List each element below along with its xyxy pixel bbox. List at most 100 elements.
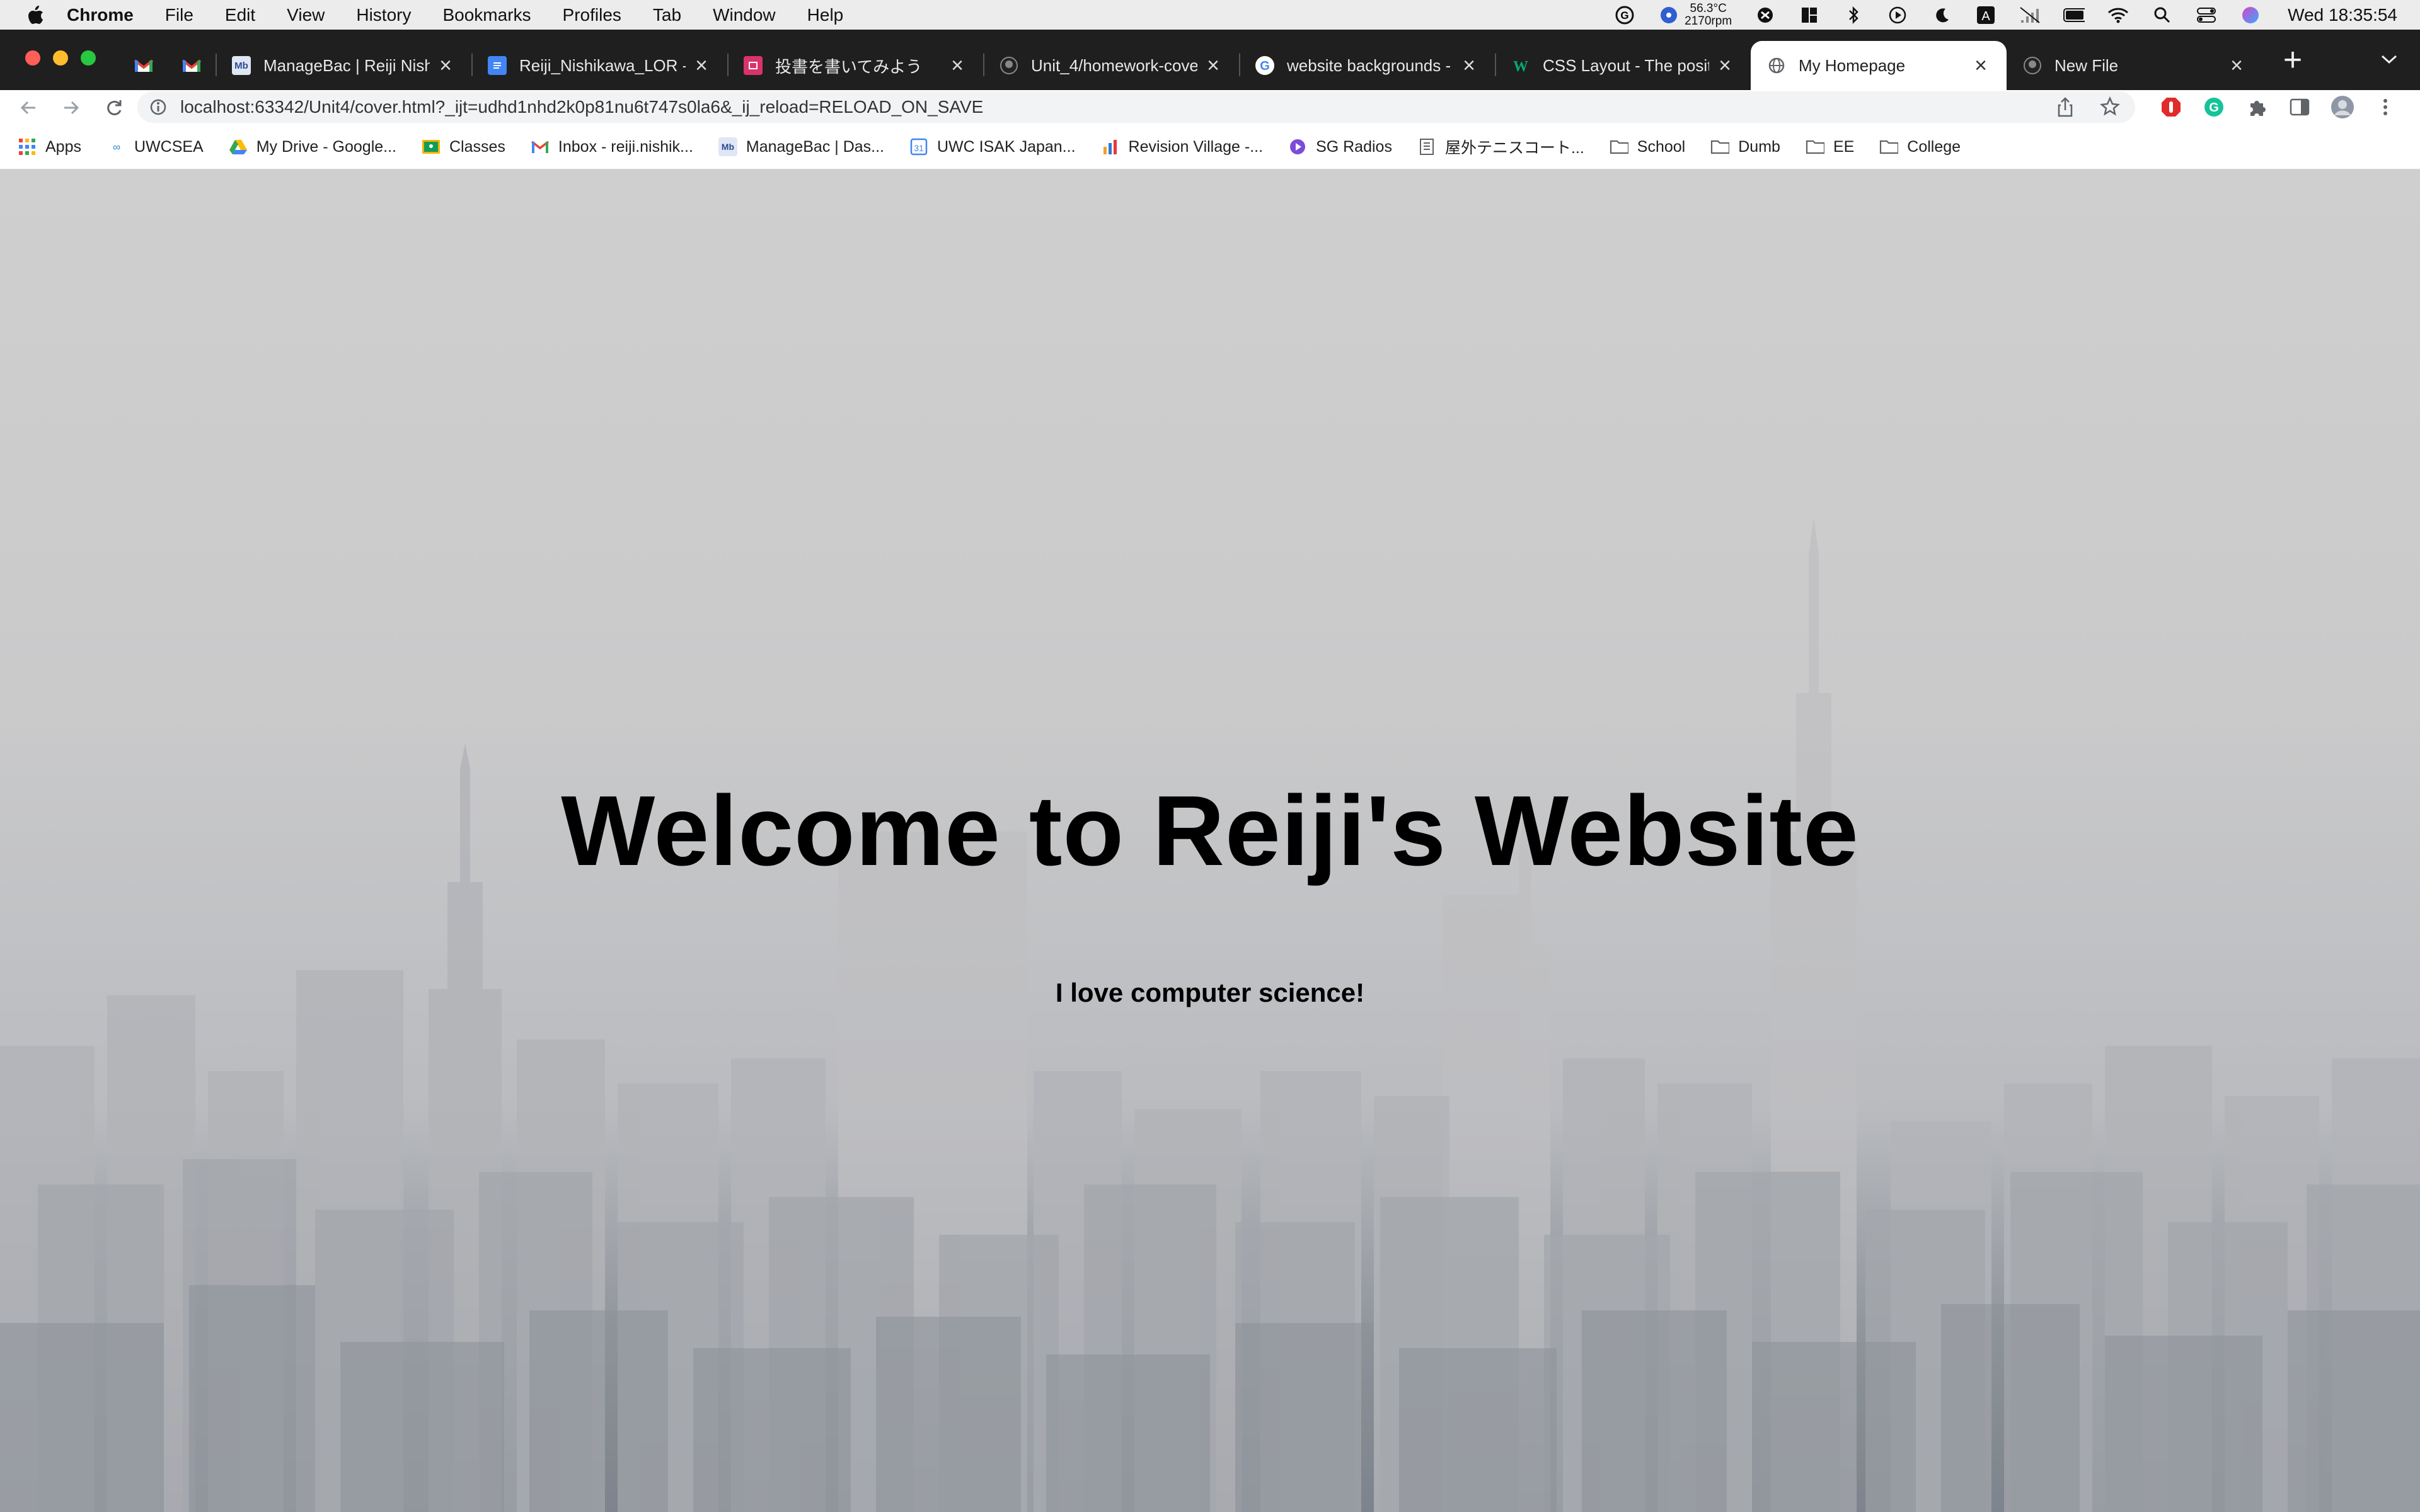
menu-file[interactable]: File (165, 5, 193, 25)
close-tab-icon[interactable]: × (1715, 54, 1734, 77)
reload-button[interactable] (100, 93, 129, 122)
play-icon[interactable] (1887, 4, 1908, 26)
city-skyline-background (0, 517, 2420, 1512)
share-icon[interactable] (2056, 96, 2075, 121)
temperature-readout: 56.3°C 2170rpm (1685, 1, 1732, 28)
pinned-tab-gmail-2[interactable] (168, 41, 216, 90)
grid-layout-icon[interactable] (1799, 4, 1820, 26)
minimize-window-button[interactable] (53, 50, 68, 66)
side-panel-icon[interactable] (2288, 95, 2312, 119)
menu-edit[interactable]: Edit (225, 5, 255, 25)
bookmark-label: 屋外テニスコート... (1444, 139, 1584, 157)
pinned-tab-gmail-1[interactable] (120, 41, 168, 90)
bookmark-folder-ee[interactable]: EE (1806, 137, 1854, 156)
close-tab-icon[interactable]: × (1971, 54, 1990, 77)
close-tab-icon[interactable]: × (1204, 54, 1223, 77)
svg-text:G: G (1621, 9, 1629, 21)
docs-icon (488, 56, 507, 75)
svg-text:∞: ∞ (113, 141, 120, 153)
back-button[interactable] (14, 93, 43, 122)
tab-lor-doc[interactable]: Reiji_Nishikawa_LOR - Google Docs × (471, 41, 727, 90)
reload-icon (107, 100, 122, 115)
moon-icon[interactable] (1931, 4, 1952, 26)
tab-strip: Mb ManageBac | Reiji Nishikawa × Reiji_N… (0, 30, 2420, 90)
menu-window[interactable]: Window (713, 5, 776, 25)
bookmark-managebac[interactable]: Mb ManageBac | Das... (718, 137, 884, 156)
network-icon[interactable] (2019, 4, 2041, 26)
spotlight-search-icon[interactable] (2152, 4, 2173, 26)
system-monitor[interactable]: 56.3°C 2170rpm (1658, 1, 1732, 28)
adblock-icon[interactable] (2159, 95, 2183, 119)
macos-menu-bar: Chrome File Edit View History Bookmarks … (0, 0, 2420, 30)
bookmark-apps[interactable]: Apps (18, 137, 81, 156)
back-arrow-icon (20, 101, 35, 114)
siri-icon[interactable] (2240, 4, 2261, 26)
bookmark-folder-dumb[interactable]: Dumb (1710, 137, 1780, 156)
tab-new-file[interactable]: New File × (2007, 41, 2262, 90)
svg-text:W: W (1513, 59, 1528, 73)
bookmark-folder-school[interactable]: School (1610, 137, 1685, 156)
menu-profiles[interactable]: Profiles (563, 5, 621, 25)
bluetooth-icon[interactable] (1843, 4, 1864, 26)
clock[interactable]: Wed 18:35:54 (2288, 5, 2397, 25)
bookmark-uwcsea[interactable]: ∞ UWCSEA (107, 137, 204, 156)
site-info-icon[interactable] (149, 98, 168, 117)
menu-bookmarks[interactable]: Bookmarks (442, 5, 531, 25)
grammarly-extension-icon[interactable]: G (2202, 95, 2226, 119)
tab-search-chevron-icon[interactable] (2375, 45, 2404, 74)
temperature-value: 56.3°C (1690, 1, 1727, 15)
bookmark-label: Inbox - reiji.nishik... (558, 137, 693, 156)
close-tab-icon[interactable]: × (2227, 54, 2246, 77)
tab-managebac[interactable]: Mb ManageBac | Reiji Nishikawa × (216, 41, 471, 90)
close-window-button[interactable] (25, 50, 40, 66)
tab-github-unit4[interactable]: Unit_4/homework-cover × (983, 41, 1239, 90)
page-viewport: Welcome to Reiji's Website I love comput… (0, 169, 2420, 1512)
zoom-window-button[interactable] (81, 50, 96, 66)
address-bar[interactable]: localhost:63342/Unit4/cover.html?_ijt=ud… (137, 91, 2135, 123)
tab-my-homepage[interactable]: My Homepage × (1751, 41, 2007, 90)
bookmark-revision-village[interactable]: Revision Village -... (1101, 137, 1263, 156)
bookmark-label: UWC ISAK Japan... (937, 137, 1076, 156)
wifi-icon[interactable] (2107, 4, 2129, 26)
bookmark-inbox[interactable]: Inbox - reiji.nishik... (531, 137, 693, 156)
bookmark-classes[interactable]: Classes (422, 137, 505, 156)
profile-avatar[interactable] (2331, 95, 2354, 119)
bookmark-my-drive[interactable]: My Drive - Google... (229, 137, 396, 156)
chrome-menu-icon[interactable] (2373, 95, 2397, 119)
bookmark-tennis-court[interactable]: 屋外テニスコート... (1417, 135, 1584, 158)
input-source-icon[interactable]: A (1975, 4, 1997, 26)
tab-japanese-slides[interactable]: 投書を書いてみよう × (727, 41, 983, 90)
scissors-icon[interactable] (1754, 4, 1776, 26)
new-tab-button[interactable]: + (2274, 41, 2312, 79)
bookmark-star-icon[interactable] (2100, 96, 2120, 121)
close-tab-icon[interactable]: × (948, 54, 967, 77)
bookmark-label: My Drive - Google... (256, 137, 396, 156)
bookmark-sg-radios[interactable]: SG Radios (1288, 137, 1392, 156)
menu-history[interactable]: History (356, 5, 411, 25)
gmail-icon (134, 59, 154, 72)
control-center-icon[interactable] (2196, 4, 2217, 26)
close-tab-icon[interactable]: × (436, 54, 455, 77)
battery-icon[interactable] (2063, 4, 2085, 26)
grammarly-status-icon[interactable]: G (1614, 4, 1635, 26)
tab-w3schools[interactable]: W CSS Layout - The position × (1495, 41, 1751, 90)
extensions-puzzle-icon[interactable] (2245, 95, 2269, 119)
bookmark-folder-college[interactable]: College (1879, 137, 1961, 156)
slides-icon (744, 56, 763, 75)
bookmark-uwc-isak[interactable]: 31 UWC ISAK Japan... (909, 137, 1076, 156)
apple-icon[interactable] (23, 3, 48, 28)
close-tab-icon[interactable]: × (692, 54, 711, 77)
close-tab-icon[interactable]: × (1460, 54, 1478, 77)
menu-app-chrome[interactable]: Chrome (67, 5, 134, 25)
building-icon (1417, 137, 1436, 156)
tab-title: Reiji_Nishikawa_LOR - Google Docs (519, 55, 686, 75)
menu-help[interactable]: Help (807, 5, 844, 25)
github-icon (2023, 56, 2042, 75)
menu-view[interactable]: View (287, 5, 325, 25)
menu-tab[interactable]: Tab (653, 5, 681, 25)
tab-google-search[interactable]: G website backgrounds - Google × (1239, 41, 1495, 90)
folder-icon (1806, 137, 1824, 156)
tab-title: New File (2054, 55, 2119, 75)
url-text[interactable]: localhost:63342/Unit4/cover.html?_ijt=ud… (180, 97, 983, 117)
forward-button[interactable] (57, 93, 86, 122)
